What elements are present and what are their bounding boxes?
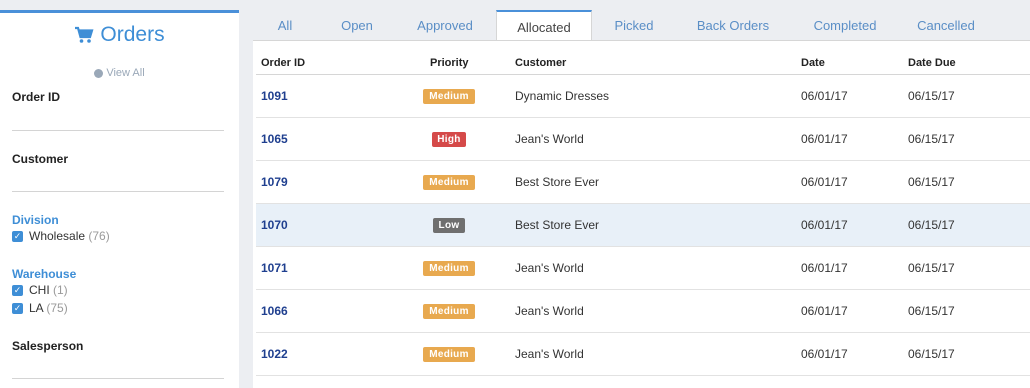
- date-cell: 06/01/17: [801, 89, 848, 103]
- globe-icon: [94, 68, 104, 78]
- option-name: LA: [29, 301, 44, 315]
- sidebar-title-text: Orders: [100, 23, 165, 46]
- tab-completed[interactable]: Completed: [802, 12, 888, 40]
- order-id-link[interactable]: 1079: [261, 175, 288, 189]
- view-all-label: View All: [106, 67, 145, 79]
- date-due-cell: 06/15/17: [908, 175, 955, 189]
- tab-back-orders[interactable]: Back Orders: [686, 12, 780, 40]
- salesperson-filter-label: Salesperson: [12, 339, 84, 353]
- view-all-link[interactable]: View All: [0, 67, 239, 79]
- option-count: (1): [53, 283, 68, 297]
- customer-filter-label: Customer: [12, 152, 69, 166]
- customer-filter-field[interactable]: [12, 191, 224, 192]
- orders-table: Order ID Priority Customer Date Date Due…: [253, 40, 1030, 388]
- header-order-id[interactable]: Order ID: [261, 57, 305, 69]
- checkbox-checked-icon[interactable]: ✓: [12, 230, 23, 242]
- table-row[interactable]: 1066 Medium Jean's World 06/01/17 06/15/17: [256, 290, 1030, 333]
- header-priority[interactable]: Priority: [430, 57, 469, 69]
- checkbox-checked-icon[interactable]: ✓: [12, 302, 23, 314]
- date-cell: 06/01/17: [801, 175, 848, 189]
- option-count: (75): [46, 301, 68, 315]
- priority-badge: High: [432, 132, 466, 147]
- date-due-cell: 06/15/17: [908, 261, 955, 275]
- tab-all[interactable]: All: [256, 12, 314, 40]
- option-name: Wholesale: [29, 229, 86, 243]
- tab-open[interactable]: Open: [326, 12, 388, 40]
- date-due-cell: 06/15/17: [908, 304, 955, 318]
- order-id-link[interactable]: 1022: [261, 347, 288, 361]
- customer-cell: Best Store Ever: [515, 218, 600, 232]
- order-id-link[interactable]: 1091: [261, 89, 288, 103]
- customer-cell: Jean's World: [515, 304, 584, 318]
- header-date-due[interactable]: Date Due: [908, 57, 956, 69]
- priority-badge: Low: [433, 218, 465, 233]
- date-cell: 06/01/17: [801, 218, 848, 232]
- warehouse-option-la[interactable]: ✓ LA (75): [12, 301, 68, 315]
- header-customer[interactable]: Customer: [515, 57, 566, 69]
- tab-picked[interactable]: Picked: [604, 12, 664, 40]
- date-cell: 06/01/17: [801, 261, 848, 275]
- customer-cell: Jean's World: [515, 347, 584, 361]
- date-due-cell: 06/15/17: [908, 89, 955, 103]
- priority-badge: Medium: [423, 347, 475, 362]
- order-id-link[interactable]: 1070: [261, 218, 288, 232]
- table-row[interactable]: 1079 Medium Best Store Ever 06/01/17 06/15/1…: [256, 161, 1030, 204]
- table-row[interactable]: 1071 Medium Jean's World 06/01/17 06/15/17: [256, 247, 1030, 290]
- customer-cell: Best Store Ever: [515, 175, 600, 189]
- filter-sidebar: Orders View All Order ID Customer Divisi…: [0, 10, 239, 388]
- status-tabs: All Open Approved Allocated Picked Back …: [256, 0, 1030, 41]
- shopping-cart-icon: [75, 26, 94, 43]
- customer-cell: Jean's World: [515, 261, 584, 275]
- table-row[interactable]: 1091 Medium Dynamic Dresses 06/01/17 06/15/1…: [256, 75, 1030, 118]
- tab-allocated[interactable]: Allocated: [496, 10, 592, 41]
- order-id-filter-field[interactable]: [12, 130, 224, 131]
- date-cell: 06/01/17: [801, 304, 848, 318]
- priority-badge: Medium: [423, 304, 475, 319]
- sidebar-title: Orders: [0, 23, 239, 47]
- date-due-cell: 06/15/17: [908, 218, 955, 232]
- division-group-label: Division: [12, 213, 59, 227]
- warehouse-option-chi[interactable]: ✓ CHI (1): [12, 283, 68, 297]
- order-id-link[interactable]: 1071: [261, 261, 288, 275]
- date-cell: 06/01/17: [801, 132, 848, 146]
- option-count: (76): [88, 229, 110, 243]
- priority-badge: Medium: [423, 175, 475, 190]
- table-row[interactable]: 1070 Low Best Store Ever 06/01/17 06/15/17: [256, 204, 1030, 247]
- option-name: CHI: [29, 283, 50, 297]
- table-row[interactable]: 1022 Medium Jean's World 06/01/17 06/15/17: [256, 333, 1030, 376]
- customer-cell: Jean's World: [515, 132, 584, 146]
- checkbox-checked-icon[interactable]: ✓: [12, 284, 23, 296]
- order-id-link[interactable]: 1065: [261, 132, 288, 146]
- date-cell: 06/01/17: [801, 347, 848, 361]
- order-id-link[interactable]: 1066: [261, 304, 288, 318]
- tab-approved[interactable]: Approved: [404, 12, 486, 40]
- date-due-cell: 06/15/17: [908, 132, 955, 146]
- table-row[interactable]: 1065 High Jean's World 06/01/17 06/15/17: [256, 118, 1030, 161]
- date-due-cell: 06/15/17: [908, 347, 955, 361]
- division-option-wholesale[interactable]: ✓ Wholesale (76): [12, 229, 110, 243]
- tab-cancelled[interactable]: Cancelled: [906, 12, 986, 40]
- header-date[interactable]: Date: [801, 57, 825, 69]
- warehouse-group-label: Warehouse: [12, 267, 77, 281]
- priority-badge: Medium: [423, 89, 475, 104]
- salesperson-filter-field[interactable]: [12, 378, 224, 379]
- customer-cell: Dynamic Dresses: [515, 89, 610, 103]
- priority-badge: Medium: [423, 261, 475, 276]
- order-id-filter-label: Order ID: [12, 90, 61, 104]
